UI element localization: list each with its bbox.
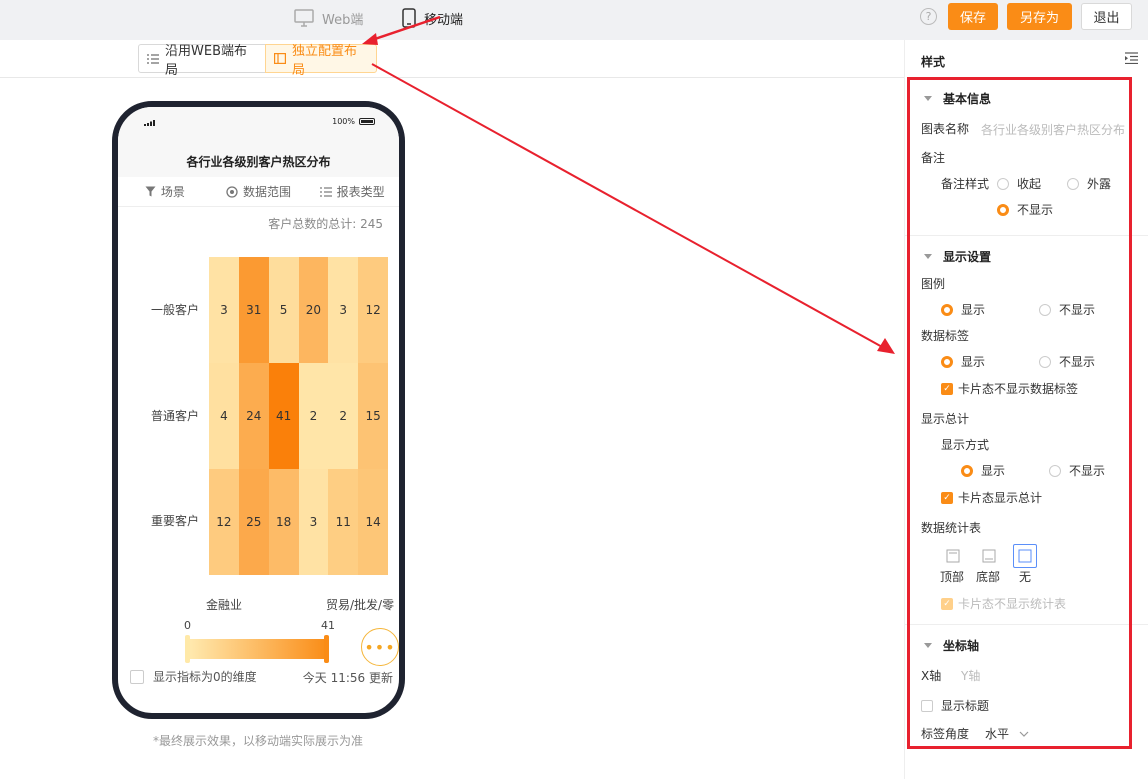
arrow-line bbox=[371, 63, 885, 349]
heatmap-cell[interactable]: 3 bbox=[298, 469, 329, 575]
phone-filter-tabs: 场景 数据范围 报表类型 bbox=[118, 177, 399, 207]
show-zero-dimension-label: 显示指标为0的维度 bbox=[153, 670, 257, 684]
tab-data-range-label: 数据范围 bbox=[243, 185, 292, 199]
independent-layout-option[interactable]: 独立配置布局 bbox=[265, 44, 377, 78]
layout-icon bbox=[274, 53, 286, 64]
more-button[interactable]: ••• bbox=[361, 628, 399, 666]
heatmap-cell[interactable]: 2 bbox=[298, 363, 329, 469]
heatmap-cell[interactable]: 15 bbox=[358, 363, 388, 469]
tab-report-type-label: 报表类型 bbox=[336, 185, 385, 199]
heatmap-cell[interactable]: 3 bbox=[328, 257, 359, 363]
web-mode-label: Web端 bbox=[322, 12, 364, 28]
row-label: 普通客户 bbox=[151, 409, 200, 423]
row-label: 一般客户 bbox=[151, 303, 200, 317]
legend-min: 0 bbox=[184, 619, 191, 632]
heatmap-cell[interactable]: 11 bbox=[328, 469, 359, 575]
legend-min-handle[interactable] bbox=[185, 635, 190, 663]
heatmap-cell[interactable]: 3 bbox=[209, 257, 239, 363]
heatmap-cell[interactable]: 20 bbox=[298, 257, 329, 363]
heatmap-grid: 3 31 5 20 3 12 4 24 41 2 2 15 12 25 18 3 11 14 bbox=[209, 257, 388, 575]
tab-data-range[interactable]: 数据范围 bbox=[212, 177, 306, 206]
save-button[interactable]: 保存 bbox=[948, 3, 998, 30]
battery-status: 100% bbox=[332, 117, 375, 126]
column-label: 贸易/批发/零 bbox=[326, 598, 395, 612]
layout-toggle-bar: 沿用WEB端布局 独立配置布局 bbox=[0, 40, 904, 78]
phone-header: 100% 各行业各级别客户热区分布 bbox=[118, 107, 399, 177]
web-layout-option[interactable]: 沿用WEB端布局 bbox=[138, 44, 266, 78]
legend-max-handle[interactable] bbox=[324, 635, 329, 663]
battery-percent: 100% bbox=[332, 117, 355, 126]
update-time: 今天 11:56 更新 bbox=[302, 671, 393, 685]
tab-scene[interactable]: 场景 bbox=[118, 177, 212, 206]
heatmap-cell[interactable]: 18 bbox=[268, 469, 299, 575]
exit-button[interactable]: 退出 bbox=[1081, 3, 1132, 30]
total-summary: 客户总数的总计: 245 bbox=[268, 217, 383, 231]
phone-icon bbox=[402, 8, 416, 28]
target-icon bbox=[226, 185, 238, 198]
show-zero-dimension-checkbox[interactable]: 显示指标为0的维度 bbox=[130, 668, 257, 685]
legend-max: 41 bbox=[321, 619, 335, 632]
independent-layout-label: 独立配置布局 bbox=[292, 43, 358, 78]
heatmap-cell[interactable]: 41 bbox=[268, 363, 299, 469]
preview-footnote: *最终展示效果，以移动端实际展示为准 bbox=[153, 734, 364, 748]
heatmap-cell[interactable]: 12 bbox=[209, 469, 239, 575]
panel-title: 样式 bbox=[921, 55, 946, 69]
signal-icon bbox=[144, 119, 156, 128]
battery-icon bbox=[359, 118, 375, 125]
legend-gradient bbox=[188, 639, 328, 659]
tab-scene-label: 场景 bbox=[160, 185, 185, 199]
heatmap-cell[interactable]: 14 bbox=[358, 469, 388, 575]
row-label: 重要客户 bbox=[151, 514, 200, 528]
phone-preview: 100% 各行业各级别客户热区分布 场景 数据范围 报表类型 客户总数的总计: … bbox=[112, 101, 405, 719]
top-bar: Web端 移动端 ? 保存 另存为 退出 bbox=[0, 0, 1148, 40]
collapse-panel-icon[interactable] bbox=[1125, 52, 1138, 67]
heatmap-cell[interactable]: 12 bbox=[358, 257, 388, 363]
heatmap-cell[interactable]: 24 bbox=[238, 363, 269, 469]
help-icon[interactable]: ? bbox=[920, 8, 937, 25]
web-mode-tab[interactable]: Web端 bbox=[294, 8, 363, 28]
filter-icon bbox=[145, 186, 156, 197]
arrow-head bbox=[877, 338, 895, 354]
column-label: 金融业 bbox=[206, 598, 243, 612]
mobile-mode-label: 移动端 bbox=[424, 12, 464, 28]
highlight-frame bbox=[907, 77, 1132, 749]
monitor-icon bbox=[294, 9, 314, 27]
list-icon bbox=[147, 53, 159, 64]
heatmap-cell[interactable]: 25 bbox=[238, 469, 269, 575]
heatmap-cell[interactable]: 31 bbox=[238, 257, 269, 363]
web-layout-label: 沿用WEB端布局 bbox=[165, 43, 247, 78]
mobile-mode-tab[interactable]: 移动端 bbox=[402, 8, 463, 28]
heatmap-cell[interactable]: 5 bbox=[268, 257, 299, 363]
heatmap-cell[interactable]: 4 bbox=[209, 363, 239, 469]
heatmap-cell[interactable]: 2 bbox=[328, 363, 359, 469]
tab-report-type[interactable]: 报表类型 bbox=[305, 177, 399, 206]
checkbox-box bbox=[130, 669, 144, 684]
save-as-button[interactable]: 另存为 bbox=[1007, 3, 1072, 30]
list-icon bbox=[319, 186, 332, 197]
chart-title: 各行业各级别客户热区分布 bbox=[186, 155, 331, 169]
